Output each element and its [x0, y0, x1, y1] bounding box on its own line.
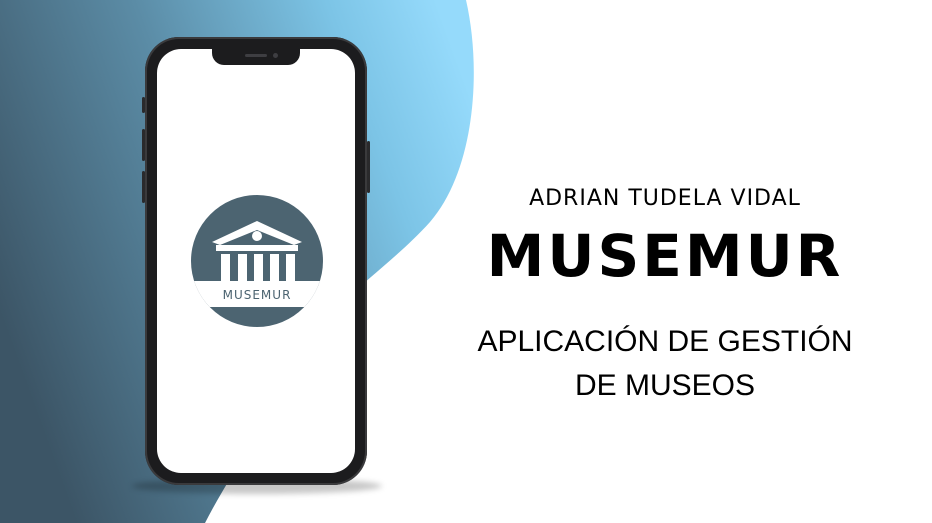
- phone-speaker: [245, 54, 267, 57]
- logo-text: MUSEMUR: [223, 288, 292, 302]
- phone-volume-down-button: [142, 171, 145, 203]
- subtitle-line-2: DE MUSEOS: [574, 369, 756, 402]
- musemur-logo: MUSEMUR: [191, 195, 323, 327]
- phone-camera-icon: [273, 53, 278, 58]
- phone-side-button: [142, 97, 145, 113]
- phone-notch: [212, 49, 300, 65]
- subtitle-line-1: APLICACIÓN DE GESTIÓN: [477, 325, 853, 358]
- app-title: MUSEMUR: [486, 222, 844, 290]
- app-subtitle: APLICACIÓN DE GESTIÓN DE MUSEOS: [430, 320, 900, 408]
- phone-volume-up-button: [142, 129, 145, 161]
- phone-power-button: [367, 141, 370, 193]
- author-name: ADRIAN TUDELA VIDAL: [529, 186, 801, 211]
